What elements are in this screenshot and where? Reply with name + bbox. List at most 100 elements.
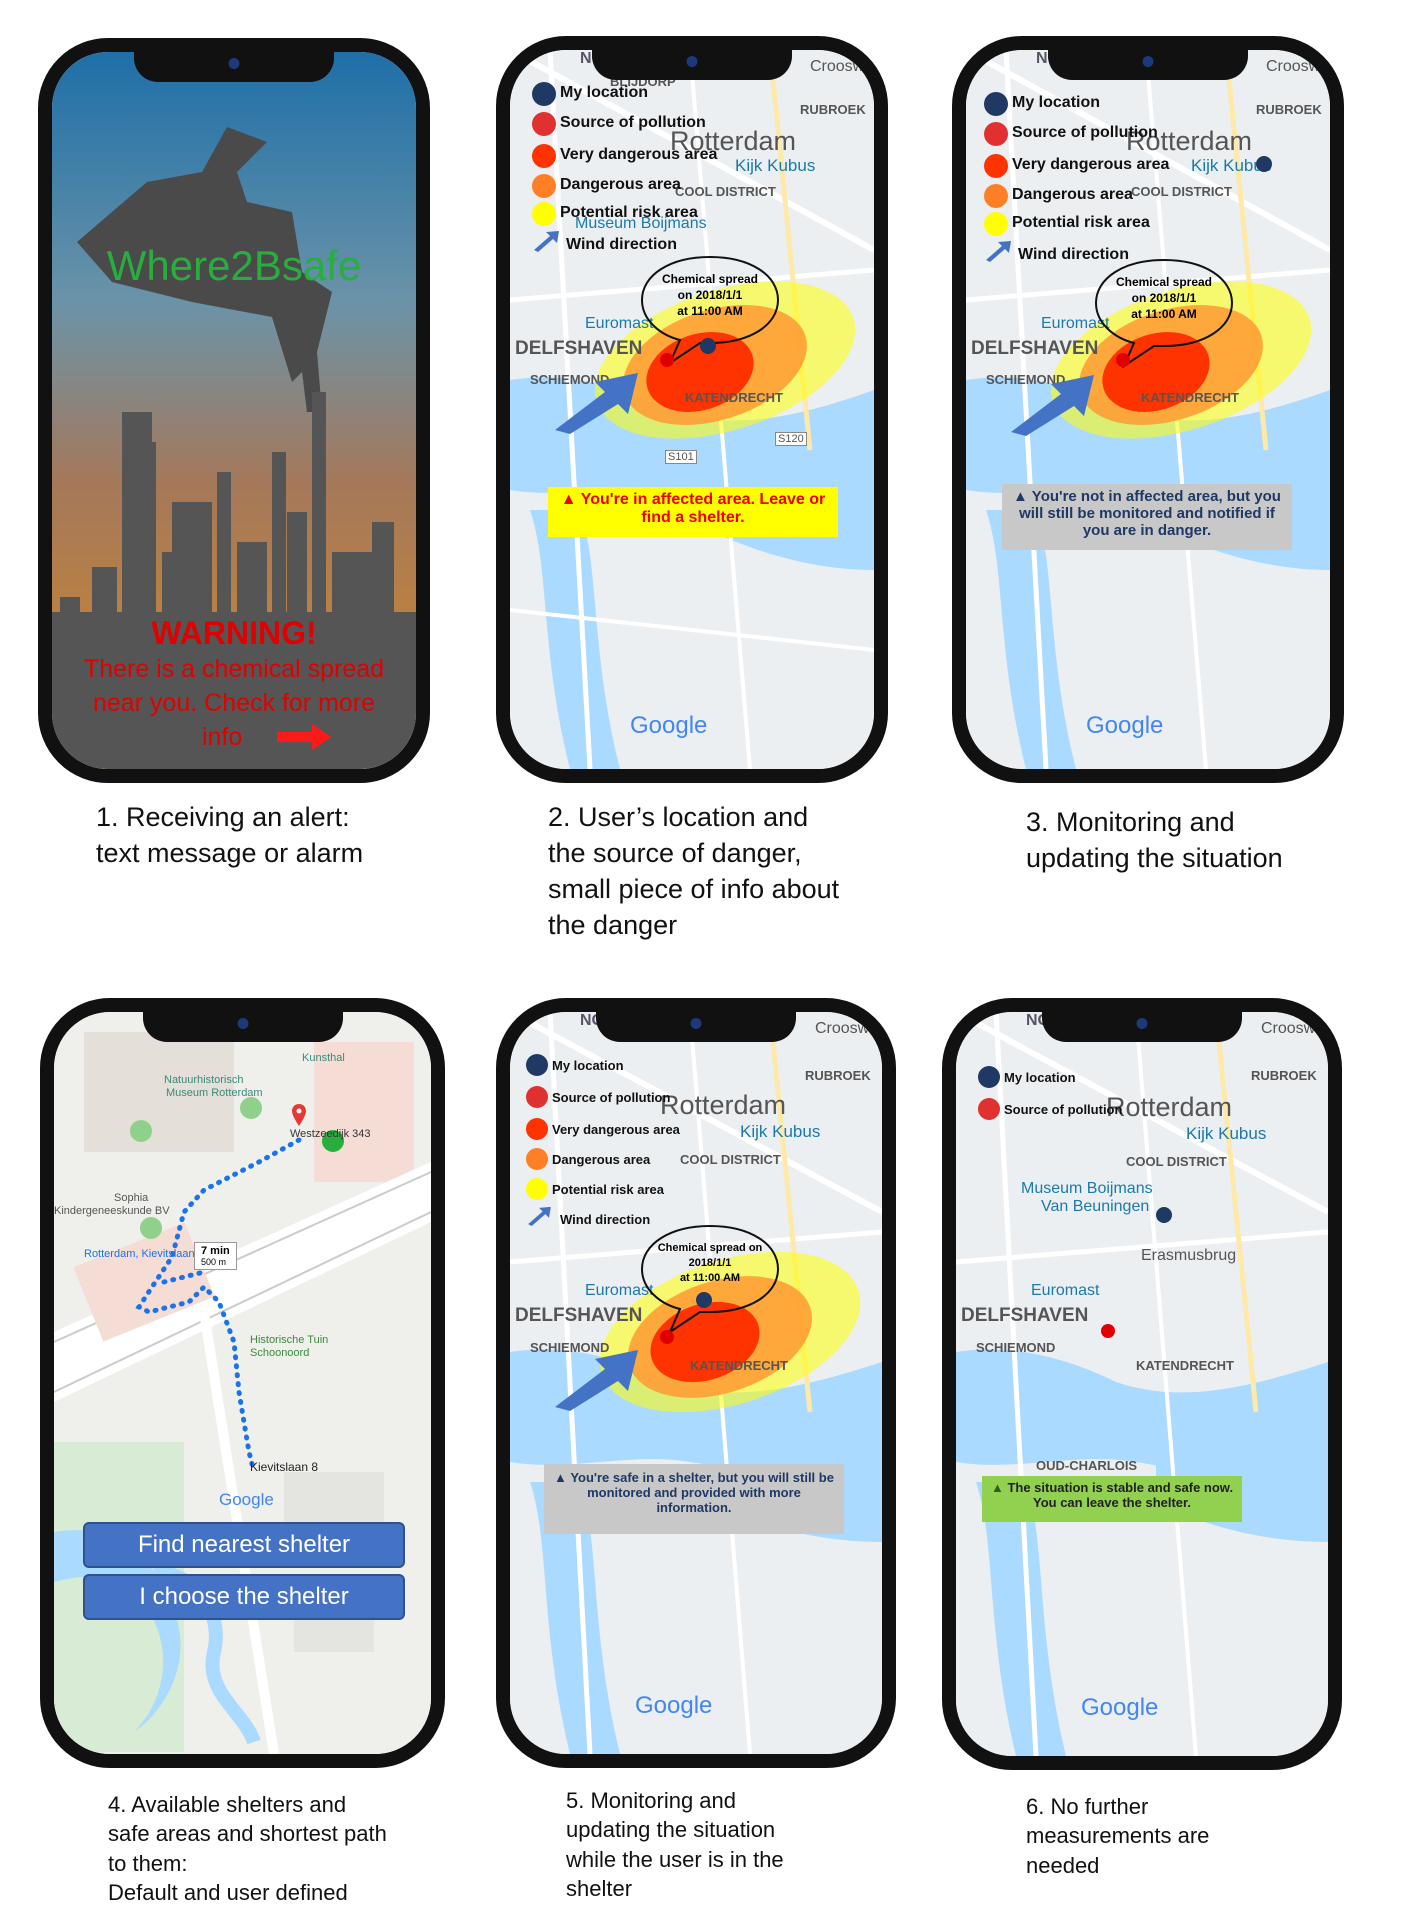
map-label-kievitslaan-stop: Rotterdam, Kievitslaan bbox=[84, 1248, 195, 1260]
legend-potential-dot bbox=[526, 1178, 548, 1200]
legend-dangerous-dot bbox=[532, 174, 556, 198]
status-banner-text: You're safe in a shelter, but you will s… bbox=[570, 1470, 834, 1515]
legend-dangerous-dot bbox=[526, 1148, 548, 1170]
legend-source: Source of pollution bbox=[1004, 1102, 1123, 1117]
map-label-kijk-kubus: Kijk Kubus bbox=[735, 156, 816, 175]
status-banner-text: You're not in affected area, but you wil… bbox=[1019, 488, 1281, 539]
warning-text-2: near you. Check for more bbox=[92, 689, 376, 717]
wind-arrow-small-icon bbox=[534, 231, 559, 252]
legend-potential: Potential risk area bbox=[1012, 214, 1150, 231]
warning-title: WARNING! bbox=[151, 615, 317, 651]
map-label-cool-district: COOL DISTRICT bbox=[1126, 1154, 1227, 1169]
map-label-crooswijk: Crooswij bbox=[1266, 58, 1328, 75]
google-logo: Google bbox=[1086, 712, 1164, 739]
legend-wind: Wind direction bbox=[566, 236, 677, 253]
phone-safe-screen: NOORD Crooswij RUBROEK Rotterdam Kijk Ku… bbox=[942, 998, 1342, 1770]
find-nearest-shelter-button[interactable]: Find nearest shelter bbox=[83, 1522, 405, 1568]
map-label-kunsthal: Kunsthal bbox=[302, 1052, 345, 1064]
map-label-kijk-kubus: Kijk Kubus bbox=[740, 1122, 821, 1141]
legend-source-dot bbox=[978, 1098, 1000, 1120]
map-label-rubroek: RUBROEK bbox=[800, 102, 866, 117]
legend-very-dangerous: Very dangerous area bbox=[560, 146, 718, 163]
alert-banner-text: You're in affected area. Leave or find a… bbox=[580, 491, 826, 526]
wind-direction-arrow-icon bbox=[555, 1350, 638, 1411]
warning-text-1: There is a chemical spread bbox=[83, 655, 385, 683]
shelter-dot[interactable] bbox=[130, 1120, 152, 1142]
legend-my-location-dot bbox=[532, 82, 556, 106]
status-banner-text: The situation is stable and safe now. Yo… bbox=[1007, 1480, 1234, 1510]
safe-triangle-icon: ▲ bbox=[990, 1480, 1004, 1495]
map-label-rubroek: RUBROEK bbox=[805, 1068, 871, 1083]
phone-notch bbox=[134, 52, 334, 82]
map-label-katendrecht: KATENDRECHT bbox=[1141, 390, 1239, 405]
phone-notch bbox=[1042, 1012, 1242, 1042]
caption-2-line: the danger bbox=[548, 909, 678, 940]
map-label-s101: S101 bbox=[665, 450, 697, 464]
legend-my-location: My location bbox=[552, 1058, 624, 1073]
source-of-pollution-dot bbox=[660, 353, 674, 367]
legend-potential-dot bbox=[532, 202, 556, 226]
bubble-line-1: Chemical spread bbox=[1115, 275, 1213, 289]
map-label-schiemond: SCHIEMOND bbox=[976, 1340, 1056, 1355]
legend-very-dangerous: Very dangerous area bbox=[1012, 156, 1170, 173]
source-of-pollution-dot bbox=[1101, 1324, 1115, 1338]
arrow-right-icon[interactable] bbox=[277, 722, 332, 752]
route-path bbox=[135, 1137, 302, 1475]
bubble-line-1: Chemical spread on bbox=[657, 1242, 763, 1254]
map-label-crooswijk: Crooswij bbox=[815, 1020, 877, 1037]
bubble-line-1: Chemical spread bbox=[661, 272, 759, 286]
map-label-rotterdam: Rotterdam bbox=[1106, 1092, 1233, 1122]
camera-icon bbox=[690, 1018, 702, 1029]
caption-4-line: Default and user defined bbox=[108, 1879, 348, 1905]
caption-6-line: 6. No further bbox=[1026, 1794, 1149, 1819]
legend-my-location-dot bbox=[984, 92, 1008, 116]
map-pin-icon bbox=[292, 1104, 306, 1126]
alert-banner: ▲ You're in affected area. Leave or find… bbox=[548, 487, 838, 537]
phone-in-shelter-screen: NOORD Crooswij RUBROEK Rotterdam Kijk Ku… bbox=[496, 998, 896, 1768]
legend-my-location: My location bbox=[560, 84, 649, 101]
map-label-oud-charlois: OUD-CHARLOIS bbox=[1036, 1458, 1138, 1473]
caption-6-line: needed bbox=[1026, 1852, 1100, 1878]
map-label-sophia-2: Kindergeneeskunde BV bbox=[54, 1205, 170, 1217]
map-label-cool-district: COOL DISTRICT bbox=[680, 1152, 781, 1167]
caption-1-line: 1. Receiving an alert: bbox=[96, 802, 350, 832]
shelter-dot[interactable] bbox=[240, 1097, 262, 1119]
legend-wind: Wind direction bbox=[560, 1212, 651, 1227]
map-label-rubroek: RUBROEK bbox=[1256, 102, 1322, 117]
warning-text-3: info bbox=[202, 723, 243, 751]
google-logo: Google bbox=[219, 1490, 274, 1509]
status-banner: ▲ You're safe in a shelter, but you will… bbox=[544, 1464, 844, 1534]
map-label-rubroek: RUBROEK bbox=[1251, 1068, 1317, 1083]
wind-arrow-small-icon bbox=[528, 1206, 551, 1226]
caption-5-line: shelter bbox=[566, 1875, 633, 1901]
app-name: Where2Bsafe bbox=[106, 242, 362, 289]
source-of-pollution-dot bbox=[660, 1330, 674, 1344]
caption-3-line: 3. Monitoring and bbox=[1026, 807, 1235, 837]
map-label-erasmusbrug: Erasmusbrug bbox=[1141, 1247, 1237, 1264]
caption-6: 6. No further measurements are needed bbox=[1026, 1792, 1296, 1880]
shelter-dot[interactable] bbox=[140, 1217, 162, 1239]
google-logo: Google bbox=[635, 1692, 713, 1719]
map-label-delfshaven: DELFSHAVEN bbox=[515, 338, 643, 359]
wind-direction-arrow-icon bbox=[1011, 375, 1094, 436]
choose-shelter-label: I choose the shelter bbox=[139, 1583, 349, 1610]
caption-5-line: updating the situation bbox=[566, 1817, 776, 1843]
legend-my-location-dot bbox=[526, 1054, 548, 1076]
caption-2-line: small piece of info about bbox=[548, 873, 840, 904]
phone-shelters-screen: Natuurhistorisch Museum Rotterdam Kunsth… bbox=[40, 998, 445, 1768]
legend-potential: Potential risk area bbox=[552, 1182, 664, 1197]
choose-shelter-button[interactable]: I choose the shelter bbox=[83, 1574, 405, 1620]
map-label-katendrecht: KATENDRECHT bbox=[1136, 1358, 1234, 1373]
legend-my-location-dot bbox=[978, 1066, 1000, 1088]
map-label-museum-2: Museum Rotterdam bbox=[166, 1087, 263, 1099]
route-info-box: 7 min 500 m bbox=[194, 1242, 237, 1270]
map-label-museum-1: Natuurhistorisch bbox=[164, 1074, 244, 1086]
caption-5: 5. Monitoring and updating the situation… bbox=[566, 1786, 836, 1903]
bubble-line-2: on 2018/1/1 bbox=[677, 288, 743, 302]
caption-2-line: 2. User’s location and bbox=[548, 802, 809, 832]
status-banner: ▲ You're not in affected area, but you w… bbox=[1002, 484, 1292, 550]
source-of-pollution-dot bbox=[1116, 353, 1130, 367]
map-label-delfshaven: DELFSHAVEN bbox=[971, 338, 1099, 359]
google-logo: Google bbox=[1081, 1694, 1159, 1721]
map-background bbox=[956, 1012, 1328, 1756]
